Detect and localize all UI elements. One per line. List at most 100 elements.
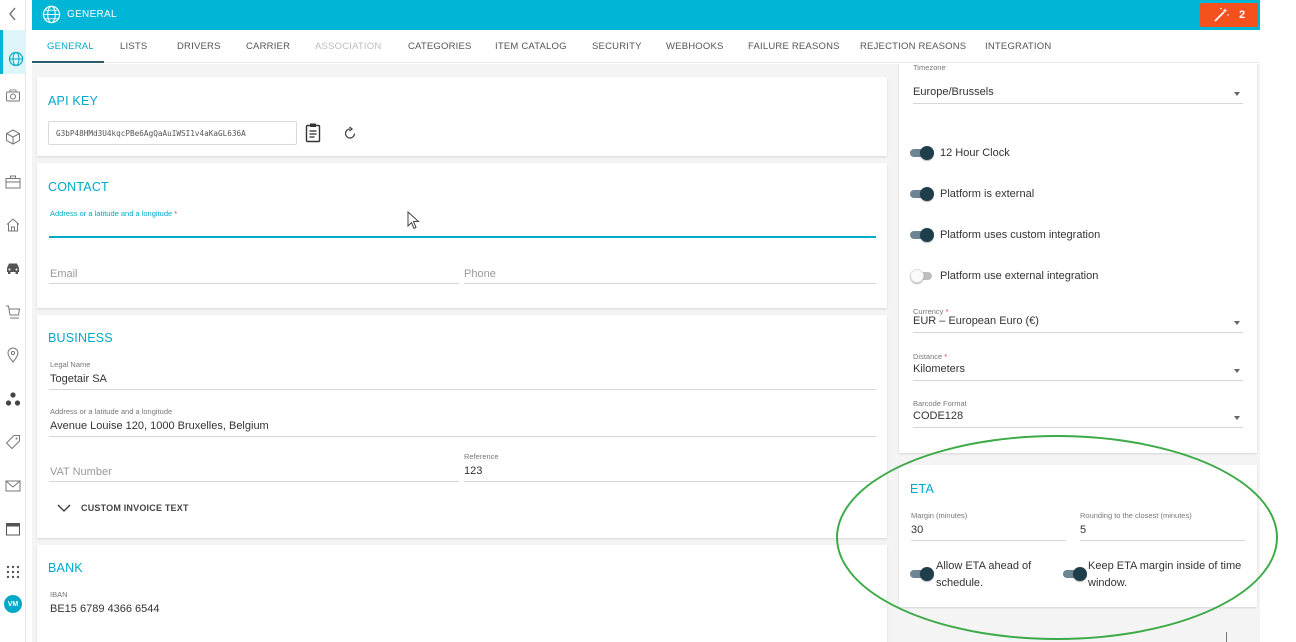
avatar-initials: VM [4, 595, 22, 613]
chevron-down-icon [57, 504, 71, 512]
avatar[interactable]: VM [3, 594, 23, 614]
notifications-button[interactable]: 2 [1200, 3, 1258, 27]
chevron-left-icon[interactable] [0, 0, 26, 28]
tab-categories[interactable]: CATEGORIES [408, 41, 472, 52]
rounding-underline [1080, 540, 1245, 541]
grid-dots-icon[interactable] [3, 562, 23, 582]
external-integration-label: Platform use external integration [940, 270, 1099, 282]
globe-icon [42, 5, 61, 24]
currency-underline [913, 332, 1243, 333]
calendar-icon[interactable] [3, 519, 23, 539]
eta-keep-margin-toggle[interactable] [1063, 567, 1087, 581]
tab-general[interactable]: GENERAL [47, 41, 94, 52]
clock-12h-label: 12 Hour Clock [940, 147, 1010, 159]
contact-card: CONTACT Address or a latitude and a long… [37, 163, 887, 308]
reference-label: Reference [464, 452, 499, 461]
tab-webhooks[interactable]: WEBHOOKS [666, 41, 724, 52]
eta-heading: ETA [910, 482, 934, 496]
business-address-field[interactable]: Avenue Louise 120, 1000 Bruxelles, Belgi… [50, 420, 269, 432]
address-input[interactable] [49, 236, 876, 238]
custom-invoice-label: CUSTOM INVOICE TEXT [81, 503, 189, 513]
tab-lists[interactable]: LISTS [120, 41, 147, 52]
vat-number-field[interactable]: VAT Number [50, 466, 112, 478]
barcode-label: Barcode Format [913, 399, 967, 408]
eta-keep-margin-label: Keep ETA margin inside of time window. [1088, 560, 1242, 589]
bank-heading: BANK [48, 561, 83, 575]
tab-integration[interactable]: INTEGRATION [985, 41, 1051, 52]
contact-heading: CONTACT [48, 180, 109, 194]
tab-drivers[interactable]: DRIVERS [177, 41, 221, 52]
mail-icon[interactable] [3, 476, 23, 496]
distance-select[interactable]: Kilometers [913, 363, 965, 375]
tab-rejection-reasons[interactable]: REJECTION REASONS [860, 41, 966, 52]
timezone-underline [913, 103, 1243, 104]
tab-carrier[interactable]: CARRIER [246, 41, 290, 52]
api-key-card: API KEY G3bP48HMd3U4kqcPBe6AgQaAuIWSI1v4… [37, 77, 887, 156]
timezone-select[interactable]: Europe/Brussels [913, 86, 994, 98]
custom-integration-label: Platform uses custom integration [940, 229, 1101, 241]
platform-external-toggle[interactable] [910, 187, 934, 201]
briefcase-icon[interactable] [3, 172, 23, 192]
margin-underline [911, 540, 1066, 541]
globe-icon[interactable] [0, 30, 26, 74]
location-pin-icon[interactable] [3, 345, 23, 365]
distance-underline [913, 380, 1243, 381]
magic-wand-icon [1214, 7, 1229, 22]
page-title-group: General [42, 5, 117, 24]
cart-icon[interactable] [3, 302, 23, 322]
chevron-down-icon [1234, 369, 1240, 373]
tab-item-catalog[interactable]: ITEM CATALOG [495, 41, 567, 52]
business-address-label: Address or a latitude and a longitude [50, 407, 173, 416]
preferences-card: Timezone Europe/Brussels 12 Hour Clock P… [899, 64, 1257, 453]
rounding-field[interactable]: 5 [1080, 524, 1086, 536]
phone-underline [464, 283, 876, 284]
email-underline [49, 283, 459, 284]
side-rail: VM [0, 0, 26, 642]
margin-field[interactable]: 30 [911, 524, 923, 536]
text-caret [1226, 632, 1227, 642]
chevron-down-icon [1234, 321, 1240, 325]
app-window: VM General 2 GENERAL LISTS DRIVERS CARRI… [0, 0, 1296, 642]
camera-icon[interactable] [3, 86, 23, 106]
barcode-select[interactable]: CODE128 [913, 410, 963, 422]
top-bar: General 2 [32, 0, 1260, 30]
distance-label: Distance [913, 352, 947, 361]
api-key-field[interactable]: G3bP48HMd3U4kqcPBe6AgQaAuIWSI1v4aKaGL636… [48, 121, 297, 145]
eta-card: ETA Margin (minutes) 30 Rounding to the … [899, 465, 1257, 607]
rounding-label: Rounding to the closest (minutes) [1080, 511, 1192, 520]
clipboard-icon[interactable] [305, 122, 321, 143]
car-icon[interactable] [3, 258, 23, 278]
timezone-label: Timezone [913, 64, 946, 72]
page-title: General [67, 9, 117, 20]
email-field[interactable]: Email [50, 268, 78, 280]
iban-label: IBAN [50, 590, 68, 599]
tab-security[interactable]: SECURITY [592, 41, 642, 52]
tab-failure-reasons[interactable]: FAILURE REASONS [748, 41, 840, 52]
legal-name-field[interactable]: Togetair SA [50, 373, 107, 385]
eta-ahead-toggle[interactable] [910, 567, 934, 581]
cube-icon[interactable] [3, 127, 23, 147]
business-heading: BUSINESS [48, 331, 113, 345]
custom-integration-toggle[interactable] [910, 228, 934, 242]
phone-field[interactable]: Phone [464, 268, 496, 280]
external-integration-toggle[interactable] [910, 269, 934, 283]
chevron-down-icon [1234, 92, 1240, 96]
custom-invoice-toggle[interactable]: CUSTOM INVOICE TEXT [57, 503, 189, 513]
barcode-underline [913, 427, 1243, 428]
tag-icon[interactable] [3, 432, 23, 452]
business-address-underline [49, 436, 876, 437]
mouse-cursor-icon [407, 211, 420, 230]
home-icon[interactable] [3, 215, 23, 235]
eta-ahead-label: Allow ETA ahead of schedule. [936, 560, 1032, 589]
currency-select[interactable]: EUR – European Euro (€) [913, 315, 1039, 327]
legal-name-underline [49, 389, 876, 390]
platform-external-label: Platform is external [940, 188, 1035, 200]
address-label: Address or a latitude and a longitude [50, 209, 177, 218]
iban-field[interactable]: BE15 6789 4366 6544 [50, 603, 160, 615]
margin-label: Margin (minutes) [911, 511, 968, 520]
refresh-icon[interactable] [343, 126, 357, 140]
reference-underline [464, 481, 876, 482]
network-icon[interactable] [3, 389, 23, 409]
clock-12h-toggle[interactable] [910, 146, 934, 160]
reference-field[interactable]: 123 [464, 465, 482, 477]
